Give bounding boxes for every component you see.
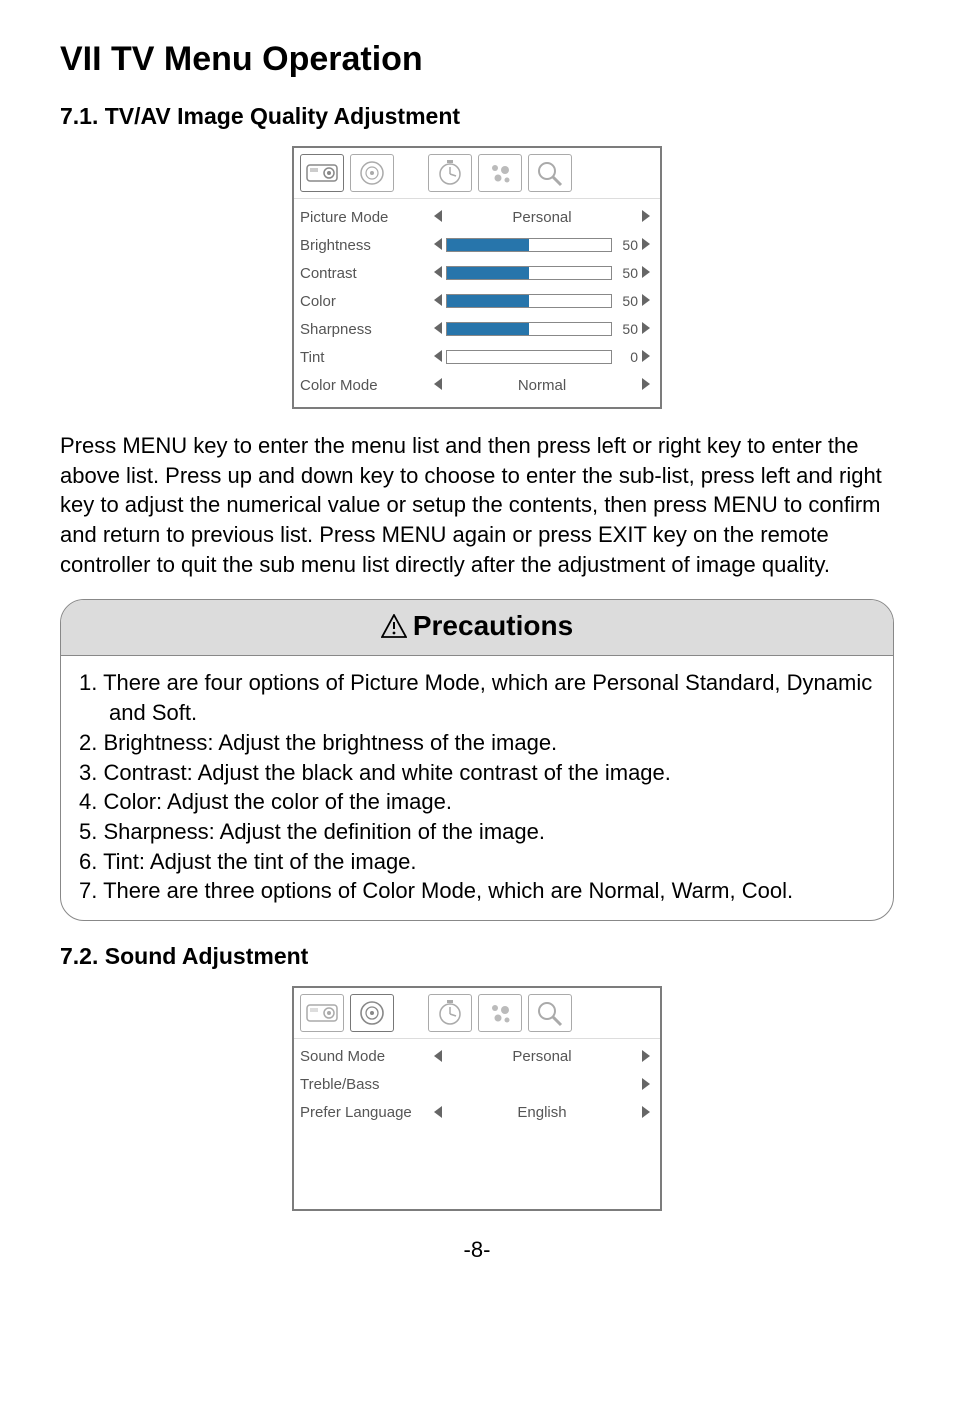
sound-tab-icon[interactable]: [350, 994, 394, 1032]
left-arrow-icon[interactable]: [430, 322, 446, 337]
menu-label: Sharpness: [300, 321, 430, 338]
warning-icon: [381, 613, 407, 645]
precautions-box: Precautions 1. There are four options of…: [60, 599, 894, 921]
left-arrow-icon[interactable]: [430, 1049, 446, 1065]
right-arrow-icon[interactable]: [638, 1105, 654, 1121]
option-tab-icon[interactable]: [478, 994, 522, 1032]
section-2-title: 7.2. Sound Adjustment: [60, 943, 894, 970]
right-arrow-icon[interactable]: [638, 322, 654, 337]
right-arrow-icon[interactable]: [638, 209, 654, 225]
slider-value: 50: [616, 321, 638, 337]
menu-item-tint[interactable]: Tint 0: [300, 343, 654, 371]
menu-item-sharpness[interactable]: Sharpness 50: [300, 315, 654, 343]
slider-bar: [446, 294, 612, 308]
right-arrow-icon[interactable]: [638, 1077, 654, 1093]
menu-label: Brightness: [300, 237, 430, 254]
picture-tab-icon[interactable]: [300, 154, 344, 192]
menu-value: English: [446, 1104, 638, 1121]
image-menu-body: Picture Mode Personal Brightness 50 Cont…: [294, 199, 660, 407]
menu-item-contrast[interactable]: Contrast 50: [300, 259, 654, 287]
menu-item-brightness[interactable]: Brightness 50: [300, 231, 654, 259]
menu-label: Prefer Language: [300, 1104, 430, 1121]
menu-value: Personal: [446, 1048, 638, 1065]
precaution-item: 1. There are four options of Picture Mod…: [79, 668, 875, 727]
menu-tab-row: [294, 148, 660, 199]
right-arrow-icon[interactable]: [638, 350, 654, 365]
left-arrow-icon[interactable]: [430, 377, 446, 393]
precautions-list: 1. There are four options of Picture Mod…: [61, 656, 893, 920]
slider-value: 0: [616, 349, 638, 365]
precautions-title: Precautions: [413, 610, 573, 641]
sound-tab-icon[interactable]: [350, 154, 394, 192]
menu-label: Color Mode: [300, 377, 430, 394]
slider-bar: [446, 266, 612, 280]
slider-bar: [446, 322, 612, 336]
slider-value: 50: [616, 265, 638, 281]
right-arrow-icon[interactable]: [638, 266, 654, 281]
search-tab-icon[interactable]: [528, 154, 572, 192]
slider-bar: [446, 238, 612, 252]
menu-item-prefer-language[interactable]: Prefer Language English: [300, 1099, 654, 1127]
precaution-item: 2. Brightness: Adjust the brightness of …: [79, 728, 875, 758]
menu-item-sound-mode[interactable]: Sound Mode Personal: [300, 1043, 654, 1071]
precaution-item: 3. Contrast: Adjust the black and white …: [79, 758, 875, 788]
menu-value: Normal: [446, 377, 638, 394]
option-tab-icon[interactable]: [478, 154, 522, 192]
menu-label: Treble/Bass: [300, 1076, 430, 1093]
precaution-item: 4. Color: Adjust the color of the image.: [79, 787, 875, 817]
menu-item-color-mode[interactable]: Color Mode Normal: [300, 371, 654, 399]
left-arrow-icon[interactable]: [430, 238, 446, 253]
left-arrow-icon[interactable]: [430, 350, 446, 365]
left-arrow-icon[interactable]: [430, 209, 446, 225]
menu-value: Personal: [446, 209, 638, 226]
page-title: VII TV Menu Operation: [60, 40, 894, 79]
precautions-header: Precautions: [61, 600, 893, 656]
search-tab-icon[interactable]: [528, 994, 572, 1032]
section-1-title: 7.1. TV/AV Image Quality Adjustment: [60, 103, 894, 130]
menu-label: Tint: [300, 349, 430, 366]
slider-bar: [446, 350, 612, 364]
timer-tab-icon[interactable]: [428, 994, 472, 1032]
image-quality-menu: Picture Mode Personal Brightness 50 Cont…: [292, 146, 662, 409]
right-arrow-icon[interactable]: [638, 377, 654, 393]
sound-menu: Sound Mode Personal Treble/Bass Prefer L…: [292, 986, 662, 1211]
menu-tab-row: [294, 988, 660, 1039]
menu-label: Contrast: [300, 265, 430, 282]
right-arrow-icon[interactable]: [638, 1049, 654, 1065]
sound-menu-body: Sound Mode Personal Treble/Bass Prefer L…: [294, 1039, 660, 1209]
slider-value: 50: [616, 237, 638, 253]
left-arrow-icon[interactable]: [430, 294, 446, 309]
precaution-item: 7. There are three options of Color Mode…: [79, 876, 875, 906]
right-arrow-icon[interactable]: [638, 294, 654, 309]
menu-item-color[interactable]: Color 50: [300, 287, 654, 315]
left-arrow-icon[interactable]: [430, 1105, 446, 1121]
menu-item-picture-mode[interactable]: Picture Mode Personal: [300, 203, 654, 231]
right-arrow-icon[interactable]: [638, 238, 654, 253]
precaution-item: 5. Sharpness: Adjust the definition of t…: [79, 817, 875, 847]
page-number: -8-: [60, 1237, 894, 1263]
precaution-item: 6. Tint: Adjust the tint of the image.: [79, 847, 875, 877]
menu-label: Picture Mode: [300, 209, 430, 226]
menu-label: Color: [300, 293, 430, 310]
timer-tab-icon[interactable]: [428, 154, 472, 192]
menu-label: Sound Mode: [300, 1048, 430, 1065]
description-paragraph: Press MENU key to enter the menu list an…: [60, 431, 894, 579]
picture-tab-icon[interactable]: [300, 994, 344, 1032]
slider-value: 50: [616, 293, 638, 309]
menu-item-treble-bass[interactable]: Treble/Bass: [300, 1071, 654, 1099]
left-arrow-icon[interactable]: [430, 266, 446, 281]
